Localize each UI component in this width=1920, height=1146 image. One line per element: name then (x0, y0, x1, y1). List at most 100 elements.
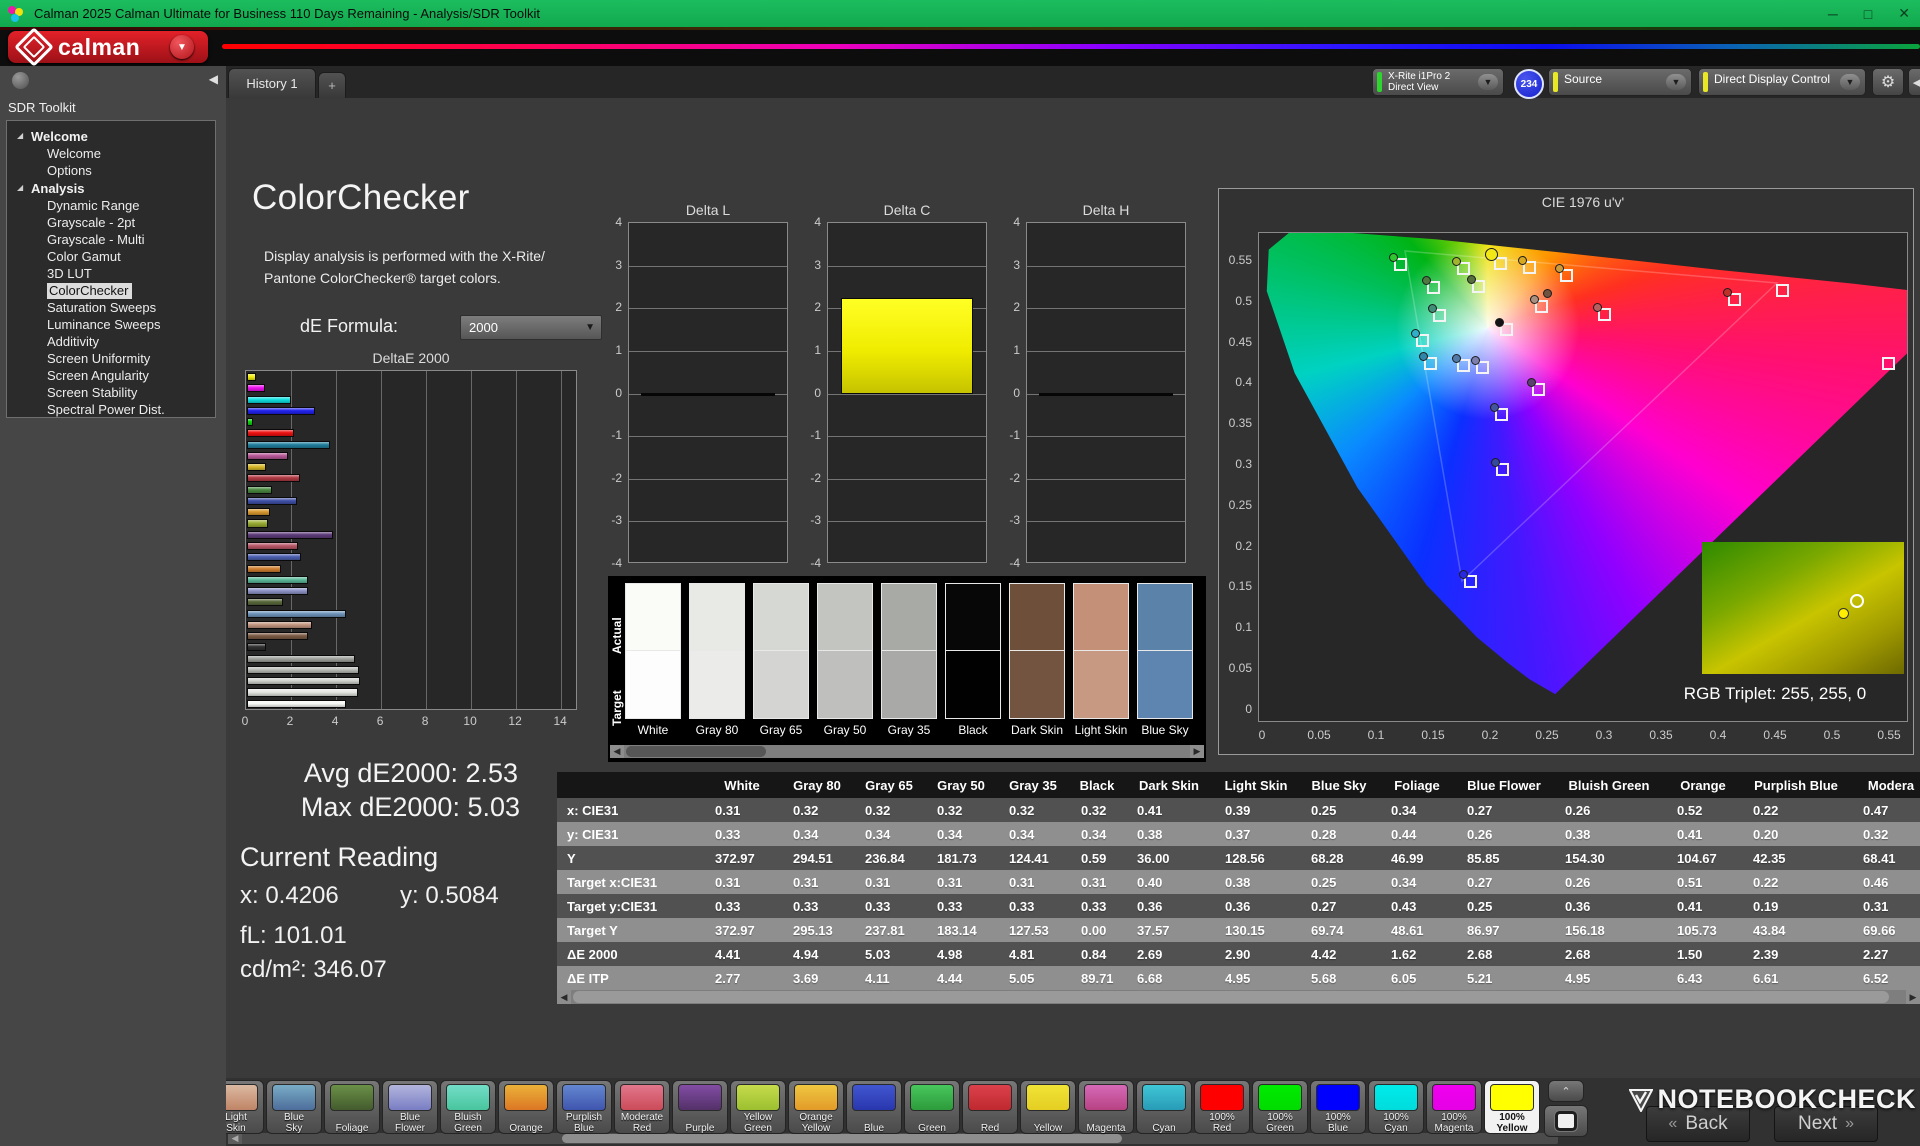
patch-button-yellow[interactable]: Yellow (1020, 1080, 1076, 1134)
patch-button-purplish-blue[interactable]: PurplishBlue (556, 1080, 612, 1134)
sidebar-collapse-button[interactable]: ◀ (209, 72, 218, 86)
swatch-column-light-skin[interactable]: Light Skin (1073, 583, 1129, 737)
scroll-left-icon[interactable]: ◀ (557, 990, 571, 1004)
patch-button-blue-flower[interactable]: BlueFlower (382, 1080, 438, 1134)
sidebar-item-colorchecker[interactable]: ColorChecker (7, 282, 215, 299)
sidebar-item-grayscale-2pt[interactable]: Grayscale - 2pt (7, 214, 215, 231)
sidebar-item-grayscale-multi[interactable]: Grayscale - Multi (7, 231, 215, 248)
patch-button-green[interactable]: Green (904, 1080, 960, 1134)
scroll-right-icon[interactable]: ▶ (1190, 745, 1204, 758)
patch-button-red[interactable]: Red (962, 1080, 1018, 1134)
patch-button-orange-yellow[interactable]: OrangeYellow (788, 1080, 844, 1134)
deltae-bar-black (247, 643, 266, 651)
patch-button-purple[interactable]: Purple (672, 1080, 728, 1134)
scroll-left-icon[interactable]: ◀ (610, 745, 624, 758)
measurement-table: WhiteGray 80Gray 65Gray 50Gray 35BlackDa… (557, 772, 1920, 990)
patch-swatch (678, 1084, 722, 1111)
patch-button-100-magenta[interactable]: 100%Magenta (1426, 1080, 1482, 1134)
swatch-label: Gray 80 (689, 723, 745, 737)
patch-button-moderate-red[interactable]: ModerateRed (614, 1080, 670, 1134)
next-button[interactable]: Next » (1774, 1106, 1878, 1142)
scroll-left-icon[interactable]: ◀ (228, 1133, 242, 1144)
meter-count-badge[interactable]: 234 (1514, 69, 1544, 99)
rainbow-top-line (0, 27, 1920, 30)
patch-button-100-yellow[interactable]: 100%Yellow (1484, 1080, 1540, 1134)
scroll-thumb[interactable] (626, 746, 766, 757)
workflow-orb-icon[interactable] (12, 72, 29, 89)
collapse-panel-button[interactable]: ◀ (1908, 68, 1920, 96)
tab-history-1[interactable]: History 1 (228, 68, 316, 98)
table-cell: 2.77 (703, 966, 781, 990)
display-control-dropdown[interactable]: Direct Display Control ▼ (1698, 68, 1866, 96)
swatch-column-white[interactable]: White (625, 583, 681, 737)
patch-button-bluish-green[interactable]: BluishGreen (440, 1080, 496, 1134)
patch-button-foliage[interactable]: Foliage (324, 1080, 380, 1134)
pattern-window-button[interactable] (1544, 1105, 1588, 1137)
sidebar-item-3d-lut[interactable]: 3D LUT (7, 265, 215, 282)
patch-button-blue[interactable]: Blue (846, 1080, 902, 1134)
swatch-column-dark-skin[interactable]: Dark Skin (1009, 583, 1065, 737)
minimize-icon[interactable]: ─ (1828, 6, 1838, 22)
tree-expander-icon[interactable]: ◢ (17, 131, 23, 140)
sidebar-item-additivity[interactable]: Additivity (7, 333, 215, 350)
table-cell: 4.41 (703, 942, 781, 966)
sidebar-item-color-gamut[interactable]: Color Gamut (7, 248, 215, 265)
patch-button-100-green[interactable]: 100%Green (1252, 1080, 1308, 1134)
sidebar-item-spectral-power-dist-[interactable]: Spectral Power Dist. (7, 401, 215, 418)
swatch-column-gray-50[interactable]: Gray 50 (817, 583, 873, 737)
maximize-icon[interactable]: □ (1864, 6, 1872, 22)
sidebar-item-screen-uniformity[interactable]: Screen Uniformity (7, 350, 215, 367)
swatch-scrollbar[interactable]: ◀▶ (610, 745, 1204, 758)
deltae-bar-chart (245, 370, 577, 710)
table-cell: 0.34 (781, 822, 853, 846)
sidebar-item-screen-angularity[interactable]: Screen Angularity (7, 367, 215, 384)
sidebar-item-options[interactable]: Options (7, 162, 215, 179)
gridline (828, 394, 986, 395)
patch-button-orange[interactable]: Orange (498, 1080, 554, 1134)
delta_c-ytick--2: -2 (801, 471, 821, 485)
tree-group-welcome[interactable]: ◢Welcome (7, 127, 215, 145)
sidebar-item-dynamic-range[interactable]: Dynamic Range (7, 197, 215, 214)
swatch-column-black[interactable]: Black (945, 583, 1001, 737)
deltae-bar-gray-80 (247, 688, 358, 696)
scroll-right-icon[interactable]: ▶ (1906, 990, 1920, 1004)
collapse-strip-button[interactable]: ⌃ (1548, 1080, 1584, 1102)
meter-dropdown[interactable]: X-Rite i1Pro 2 Direct View ▼ (1372, 68, 1504, 96)
close-icon[interactable]: ✕ (1898, 5, 1910, 22)
table-scrollbar[interactable]: ◀ ▶ (557, 990, 1920, 1004)
deltae-bar-gray-65 (247, 677, 360, 685)
settings-button[interactable]: ⚙ (1872, 68, 1904, 96)
sidebar-item-luminance-sweeps[interactable]: Luminance Sweeps (7, 316, 215, 333)
deltae-bar-100-red (247, 429, 294, 437)
source-dropdown[interactable]: Source ▼ (1548, 68, 1692, 96)
sidebar-item-saturation-sweeps[interactable]: Saturation Sweeps (7, 299, 215, 316)
sidebar-item-screen-stability[interactable]: Screen Stability (7, 384, 215, 401)
swatch-column-blue-sky[interactable]: Blue Sky (1137, 583, 1193, 737)
deltae-bar-foliage (247, 598, 283, 606)
patch-button-light-skin[interactable]: LightSkin (226, 1080, 264, 1134)
swatch-column-gray-65[interactable]: Gray 65 (753, 583, 809, 737)
swatch-column-gray-80[interactable]: Gray 80 (689, 583, 745, 737)
tab-add-button[interactable]: + (318, 72, 346, 98)
swatch-column-gray-35[interactable]: Gray 35 (881, 583, 937, 737)
patch-button-yellow-green[interactable]: YellowGreen (730, 1080, 786, 1134)
tree-group-analysis[interactable]: ◢Analysis (7, 179, 215, 197)
delta_h-ytick--3: -3 (1000, 513, 1020, 527)
back-button[interactable]: « Back (1646, 1106, 1750, 1142)
patch-button-magenta[interactable]: Magenta (1078, 1080, 1134, 1134)
patch-button-100-red[interactable]: 100%Red (1194, 1080, 1250, 1134)
patch-button-100-cyan[interactable]: 100%Cyan (1368, 1080, 1424, 1134)
calman-menu-dropdown[interactable]: ▼ (170, 35, 194, 59)
patchbar-scrollbar[interactable]: ◀ (228, 1133, 1558, 1144)
patch-label: Green (905, 1112, 959, 1134)
tree-expander-icon[interactable]: ◢ (17, 183, 23, 192)
cie-measured-point (1555, 264, 1564, 273)
deltae-bar-blue (247, 497, 297, 505)
sidebar-item-welcome[interactable]: Welcome (7, 145, 215, 162)
de-formula-select[interactable]: 2000 ▼ (460, 315, 602, 340)
patch-button-cyan[interactable]: Cyan (1136, 1080, 1192, 1134)
table-cell: 6.43 (1665, 966, 1741, 990)
chevron-down-icon: ▼ (1666, 74, 1686, 90)
patch-button-100-blue[interactable]: 100%Blue (1310, 1080, 1366, 1134)
patch-button-blue-sky[interactable]: BlueSky (266, 1080, 322, 1134)
